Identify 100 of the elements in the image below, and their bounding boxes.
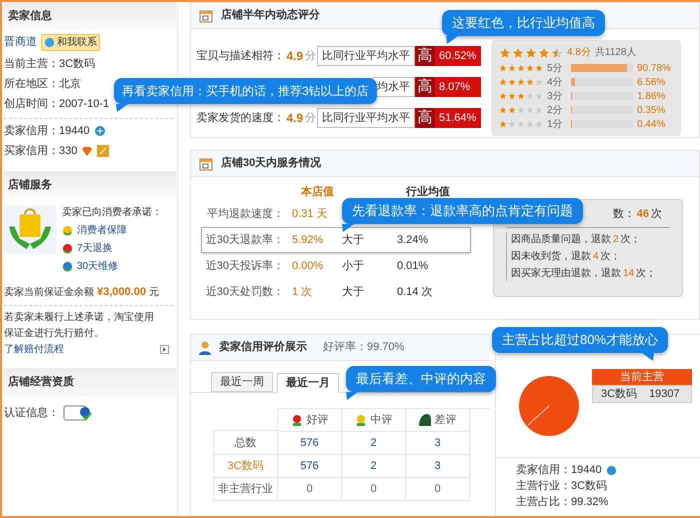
cactus-icon xyxy=(418,414,430,426)
guarantee-link[interactable]: 7天退换 xyxy=(77,241,113,256)
compensation-note: 若卖家未履行上述承诺，淘宝使用保证金进行先行赔付。 了解赔付流程 xyxy=(4,310,155,357)
comparison-text: 大于 xyxy=(342,232,364,248)
guarantee-icon xyxy=(62,243,73,254)
field-value: 2007-10-1 xyxy=(59,96,110,112)
rating-label: 卖家发货的速度： xyxy=(196,110,284,126)
refund-reason: 因买家无理由退款，退款 xyxy=(511,266,621,280)
calendar-icon xyxy=(199,156,213,170)
refund-unit: 次； xyxy=(600,250,621,264)
star-level-label: 3分 xyxy=(547,90,564,104)
table-cell-text: 0 xyxy=(370,482,377,497)
field-value: 北京 xyxy=(59,76,81,92)
row-label: 总数 xyxy=(234,436,256,451)
rating-label: 宝贝与描述相符： xyxy=(196,48,284,64)
panel-title: 卖家信用评价展示 xyxy=(219,340,307,356)
industry-value: 3.24% xyxy=(397,232,428,248)
section-title: 店铺服务 xyxy=(8,178,52,193)
field-label: 当前主营： xyxy=(4,56,59,72)
star-level-label: 4分 xyxy=(547,76,564,90)
period-tab[interactable]: 最近一月 xyxy=(277,373,339,393)
rating-score: 4.9 xyxy=(286,110,303,127)
column-header: 中评 xyxy=(370,412,392,428)
table-cell-text: 0 xyxy=(434,482,441,497)
shopping-bag-hands-icon xyxy=(4,205,56,255)
refund-total-label: 数： xyxy=(612,207,635,222)
deposit-label: 卖家当前保证金余额 xyxy=(4,286,94,300)
legend-category: 3C数码 xyxy=(601,386,638,402)
store-value: 1 次 xyxy=(292,284,314,300)
person-icon xyxy=(199,340,211,354)
share-percent: 6.56% xyxy=(637,76,666,90)
seller-name-link[interactable]: 晋商道 xyxy=(4,34,37,50)
comparison-label: 比同行业平均水平 xyxy=(317,108,415,128)
credit-value: 330 xyxy=(59,144,78,159)
comparison-text: 小于 xyxy=(342,258,364,274)
star-level-label: 2分 xyxy=(547,104,564,118)
pie-chart-drawing xyxy=(518,375,580,437)
guarantee-link[interactable]: 消费者保障 xyxy=(77,223,127,238)
certificate-icon xyxy=(63,404,93,422)
field-label: 创店时间： xyxy=(4,96,59,112)
section-title: 卖家信息 xyxy=(8,8,52,24)
callout-pointer-icon xyxy=(446,36,458,44)
table-cell-text: 3 xyxy=(434,436,441,451)
star-icon xyxy=(551,46,563,58)
legend-value: 19307 xyxy=(649,386,680,402)
verdict-tag: 高 xyxy=(415,46,435,66)
refund-count: 2 xyxy=(613,232,619,246)
percent-tag: 60.52% xyxy=(435,46,481,66)
column-header: 差评 xyxy=(434,412,456,428)
guarantee-icon xyxy=(62,225,73,236)
metric-label: 平均退款速度： xyxy=(206,206,285,222)
star-icon xyxy=(499,46,511,58)
share-percent: 90.78% xyxy=(637,62,671,76)
speech-callout: 再看卖家信用：买手机的话，推荐3钻以上的店 xyxy=(114,78,377,104)
promise-text: 卖家已向消费者承诺： xyxy=(62,206,162,220)
table-cell-text: 576 xyxy=(300,436,319,451)
speech-callout: 先看退款率：退款率高的点肯定有问题 xyxy=(342,198,583,224)
business-info: 主营占比：99.32% xyxy=(516,494,608,510)
business-info: 卖家信用：19440 xyxy=(516,462,602,478)
panel-title: 店铺半年内动态评分 xyxy=(221,8,320,24)
share-percent: 1.86% xyxy=(637,90,666,104)
refund-count: 14 xyxy=(623,266,634,280)
panel-title: 店铺30天内服务情况 xyxy=(221,156,322,172)
period-tab[interactable]: 最近一周 xyxy=(211,372,273,392)
industry-value: 0.14 次 xyxy=(397,284,432,300)
arrow-right-icon xyxy=(160,345,169,354)
speech-callout: 这要红色，比行业均值高 xyxy=(442,10,605,36)
column-header: 行业均值 xyxy=(406,184,451,200)
column-header: 本店值 xyxy=(301,184,335,200)
deposit-amount: ¥3,000.00 xyxy=(97,284,146,300)
field-value: 3C数码 xyxy=(59,56,96,72)
verdict-tag: 高 xyxy=(415,108,435,128)
compensation-link[interactable]: 了解赔付流程 xyxy=(4,344,64,355)
table-cell-text: 3 xyxy=(434,458,441,474)
industry-value: 0.01% xyxy=(397,258,428,274)
table-cell-text: 0 xyxy=(306,482,313,497)
star-icon xyxy=(525,46,537,58)
credit-value: 19440 xyxy=(59,124,90,139)
flower-icon xyxy=(290,414,302,426)
credit-label: 卖家信用： xyxy=(4,124,59,139)
refund-unit: 次； xyxy=(620,232,641,246)
callout-pointer-icon xyxy=(642,353,654,361)
contact-button[interactable]: 和我联系 xyxy=(41,34,100,50)
star-icon xyxy=(512,46,524,58)
store-value: 0.00% xyxy=(292,258,324,274)
table-cell-text: 2 xyxy=(370,458,377,474)
row-label: 非主营行业 xyxy=(218,482,273,497)
field-label: 所在地区： xyxy=(4,76,59,92)
share-percent: 0.35% xyxy=(637,104,666,118)
credit-label: 买家信用： xyxy=(4,144,59,159)
callout-pointer-icon xyxy=(342,224,354,232)
verdict-tag: 高 xyxy=(415,77,435,97)
diamond-icon xyxy=(81,146,94,156)
callout-pointer-icon xyxy=(346,392,358,400)
guarantee-link[interactable]: 30天维修 xyxy=(77,259,118,274)
share-percent: 0.44% xyxy=(637,118,666,132)
callout-pointer-icon xyxy=(116,104,128,112)
table-cell-text: 2 xyxy=(370,436,377,451)
store-value: 5.92% xyxy=(292,232,324,248)
star-level-label: 1分 xyxy=(547,118,564,132)
